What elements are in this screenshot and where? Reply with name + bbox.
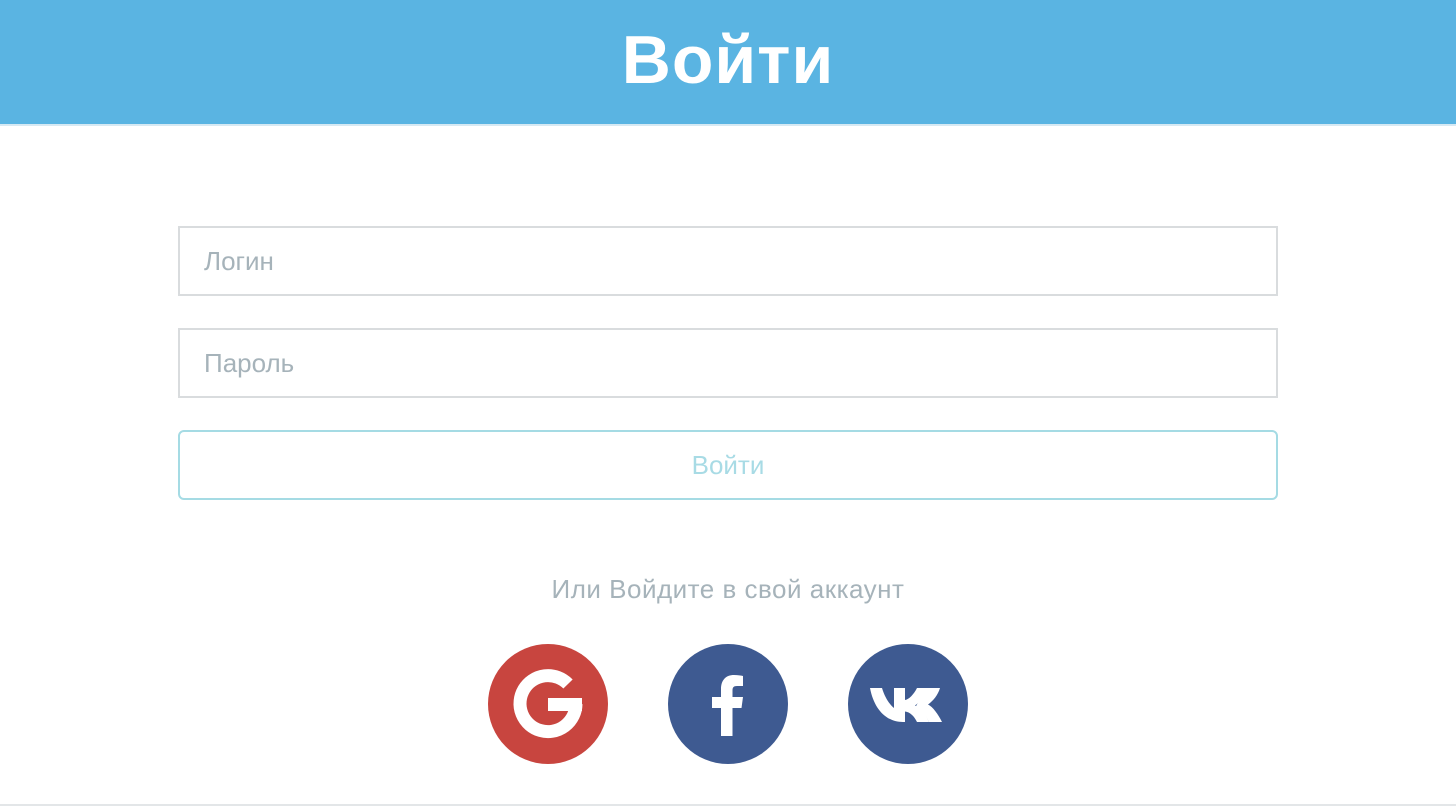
facebook-icon [712, 675, 743, 736]
google-icon [513, 669, 583, 739]
login-button[interactable]: Войти [178, 430, 1278, 500]
google-login-button[interactable] [488, 644, 608, 764]
alt-login-caption: Или Войдите в свой аккаунт [551, 574, 905, 604]
password-input[interactable] [178, 328, 1278, 398]
vk-login-button[interactable] [848, 644, 968, 764]
page-title: Войти [621, 22, 835, 98]
header-bar: Войти [0, 0, 1456, 126]
vk-icon [870, 688, 942, 722]
login-input[interactable] [178, 226, 1278, 296]
facebook-login-button[interactable] [668, 644, 788, 764]
login-page: Войти Войти Или Войдите в свой аккаунт [0, 0, 1456, 806]
